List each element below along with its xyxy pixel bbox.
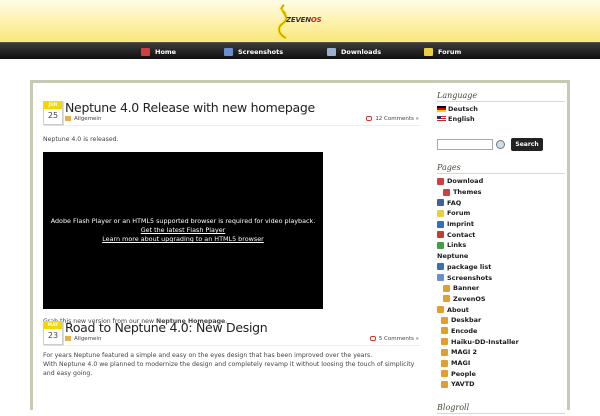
- imprint-icon: [437, 220, 444, 228]
- post-meta: Allgemein 5 Comments »: [65, 336, 421, 346]
- themes-icon: [443, 188, 450, 196]
- search-button[interactable]: Search: [511, 137, 543, 151]
- page-item-deskbar[interactable]: Deskbar: [437, 315, 567, 326]
- get-flash-link[interactable]: Get the latest Flash Player: [141, 226, 226, 235]
- post-body: Neptune 4.0 is released. Adobe Flash Pla…: [43, 135, 423, 326]
- post-neptune-release: JUN 25 Neptune 4.0 Release with new homep…: [41, 93, 425, 325]
- post-date: JUN 25: [43, 101, 63, 125]
- page-item-yavtd[interactable]: YAVTD: [437, 379, 567, 390]
- forum-icon: [437, 209, 444, 217]
- page-item-neptune[interactable]: Neptune: [437, 251, 567, 262]
- banner-icon: [443, 284, 450, 292]
- links-icon: [437, 241, 444, 249]
- pages-list: Download Themes FAQ Forum Imprint Contact Link…: [437, 176, 567, 390]
- page-item-screenshots[interactable]: Screenshots: [437, 272, 567, 283]
- screenshots-icon: [437, 274, 444, 282]
- category-link[interactable]: Allgemein: [74, 336, 101, 342]
- page-item-banner[interactable]: Banner: [437, 283, 567, 294]
- deskbar-icon: [441, 316, 448, 324]
- post-new-design: MAY 23 Road to Neptune 4.0: New Design Al…: [41, 313, 425, 377]
- post-intro: Neptune 4.0 is released.: [43, 136, 119, 143]
- page-item-zevenos[interactable]: ZevenOS: [437, 294, 567, 305]
- pages-heading: Pages: [437, 163, 565, 174]
- page-item-imprint[interactable]: Imprint: [437, 219, 567, 230]
- lang-deutsch[interactable]: Deutsch: [437, 104, 567, 114]
- zevenos-logo[interactable]: ZEVENOS: [272, 2, 342, 40]
- downloads-icon: [327, 48, 336, 56]
- nav-home[interactable]: Home: [141, 46, 176, 58]
- people-icon: [441, 370, 448, 378]
- page-item-encode[interactable]: Encode: [437, 326, 567, 337]
- page-item-magi[interactable]: MAGI: [437, 358, 567, 369]
- page-item-people[interactable]: People: [437, 368, 567, 379]
- logo-text: ZEVENOS: [286, 16, 322, 24]
- post-title[interactable]: Neptune 4.0 Release with new homepage: [65, 100, 449, 116]
- sidebar: Language Deutsch English Search Pages Do…: [437, 91, 567, 416]
- post-date: MAY 23: [43, 321, 63, 345]
- comments-link[interactable]: 5 Comments »: [369, 336, 419, 342]
- nav-screenshots[interactable]: Screenshots: [224, 46, 283, 58]
- zevenos-icon: [443, 295, 450, 303]
- forum-icon: [424, 48, 433, 56]
- contact-icon: [437, 231, 444, 239]
- search-form: Search: [437, 137, 567, 151]
- encode-icon: [441, 327, 448, 335]
- post-text: and easy going.: [43, 370, 93, 377]
- post-text: For years Neptune featured a simple and …: [43, 352, 373, 359]
- lang-english[interactable]: English: [437, 114, 567, 124]
- page-item-faq[interactable]: FAQ: [437, 197, 567, 208]
- comments-link[interactable]: 12 Comments »: [366, 116, 419, 122]
- download-icon: [437, 177, 444, 185]
- search-input[interactable]: [437, 138, 493, 150]
- page-item-contact[interactable]: Contact: [437, 229, 567, 240]
- yavtd-icon: [441, 380, 448, 388]
- post-body: For years Neptune featured a simple and …: [43, 351, 423, 378]
- magi-icon: [441, 359, 448, 367]
- page-item-magi-2[interactable]: MAGI 2: [437, 347, 567, 358]
- post-title[interactable]: Road to Neptune 4.0: New Design: [65, 320, 449, 336]
- page-item-download[interactable]: Download: [437, 176, 567, 187]
- flash-required-text: Adobe Flash Player or an HTML5 supported…: [50, 217, 316, 225]
- main-nav: Home Screenshots Downloads Forum: [0, 42, 600, 59]
- haiku-icon: [441, 338, 448, 346]
- post-text: With Neptune 4.0 we planned to modernize…: [43, 361, 415, 368]
- page-item-links[interactable]: Links: [437, 240, 567, 251]
- site-header: ZEVENOS: [0, 0, 600, 42]
- content-wrapper: JUN 25 Neptune 4.0 Release with new homep…: [30, 80, 570, 414]
- magi2-icon: [441, 348, 448, 356]
- uk-flag-icon: [437, 116, 446, 122]
- comment-icon: [369, 336, 376, 341]
- language-heading: Language: [437, 91, 565, 102]
- package-icon: [437, 263, 444, 271]
- page-item-package-list[interactable]: package list: [437, 262, 567, 273]
- category-link[interactable]: Allgemein: [74, 116, 101, 122]
- home-icon: [141, 48, 150, 56]
- page-item-haiku-dd-installer[interactable]: Haiku-DD-Installer: [437, 336, 567, 347]
- about-icon: [437, 306, 444, 314]
- html5-link[interactable]: Learn more about upgrading to an HTML5 b…: [102, 235, 264, 244]
- video-player[interactable]: Adobe Flash Player or an HTML5 supported…: [43, 152, 323, 309]
- magnifier-icon: [496, 139, 505, 149]
- main-column: JUN 25 Neptune 4.0 Release with new homep…: [41, 93, 425, 378]
- page-item-forum[interactable]: Forum: [437, 208, 567, 219]
- page-item-themes[interactable]: Themes: [437, 187, 567, 198]
- nav-forum[interactable]: Forum: [424, 46, 461, 58]
- nav-downloads[interactable]: Downloads: [327, 46, 381, 58]
- folder-icon: [65, 336, 71, 341]
- faq-icon: [437, 199, 444, 207]
- screenshots-icon: [224, 48, 233, 56]
- german-flag-icon: [437, 106, 446, 112]
- folder-icon: [65, 116, 71, 121]
- comment-icon: [366, 116, 373, 121]
- page-item-about[interactable]: About: [437, 304, 567, 315]
- blogroll-heading: Blogroll: [437, 403, 565, 414]
- post-meta: Allgemein 12 Comments »: [65, 116, 421, 126]
